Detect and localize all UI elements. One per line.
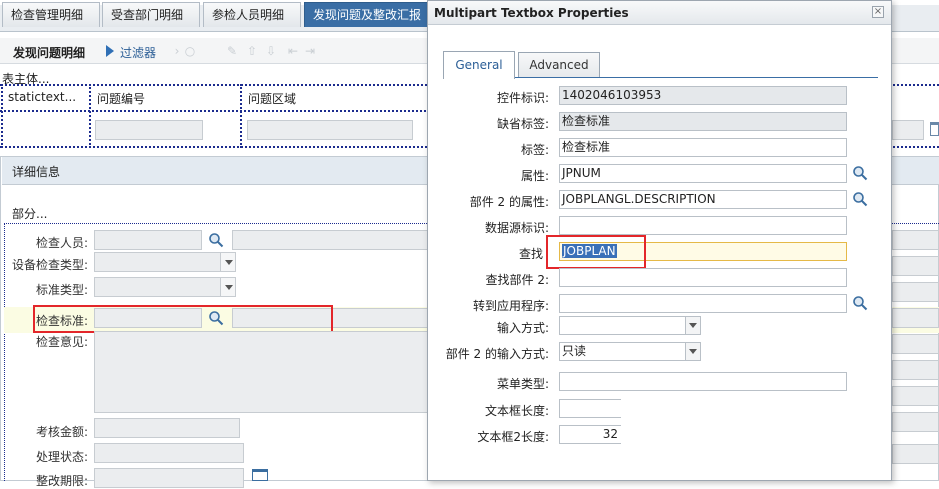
search-icon[interactable] xyxy=(852,295,868,311)
textbox2-length-field[interactable]: 32 xyxy=(559,425,621,444)
tab-issues-report[interactable]: 发现问题及整改汇报 xyxy=(304,2,428,27)
calendar-icon[interactable] xyxy=(252,469,268,481)
equipment-type-select[interactable] xyxy=(94,252,236,272)
right-field[interactable] xyxy=(892,412,939,432)
datasource-id-label: 数据源标识: xyxy=(484,221,549,235)
column-separator xyxy=(1,84,3,148)
delete-row-icon[interactable] xyxy=(930,122,939,136)
search-icon[interactable] xyxy=(852,165,868,181)
part-label: 部分... xyxy=(12,207,48,221)
part2-input-mode-select[interactable]: 只读 xyxy=(559,342,701,361)
process-status-label: 处理状态: xyxy=(35,450,88,464)
table-cell[interactable] xyxy=(95,120,203,140)
search-icon[interactable] xyxy=(852,191,868,207)
next-icon[interactable]: ⇥ xyxy=(303,45,317,57)
label-label: 标签: xyxy=(520,143,549,157)
right-field[interactable] xyxy=(892,334,939,354)
column-separator xyxy=(89,84,91,148)
right-field[interactable] xyxy=(892,308,939,328)
column-header-issue-number[interactable]: 问题编号 xyxy=(97,90,145,107)
label-field[interactable]: 检查标准 xyxy=(559,138,847,157)
default-label-label: 缺省标签: xyxy=(496,117,549,131)
right-field[interactable] xyxy=(892,386,939,406)
check-opinion-label: 检查意见: xyxy=(35,335,88,349)
tab-inspection-details[interactable]: 检查管理明细 xyxy=(2,2,100,27)
rectify-deadline-field[interactable] xyxy=(94,468,244,488)
tab-general[interactable]: General xyxy=(443,51,515,79)
tab-participants[interactable]: 参检人员明细 xyxy=(203,2,301,27)
textbox-length-field[interactable] xyxy=(559,399,621,418)
textbox2-length-label: 文本框2长度: xyxy=(477,430,549,444)
highlight-box xyxy=(33,305,333,333)
attribute-field[interactable]: JPNUM xyxy=(559,164,847,183)
close-icon[interactable]: × xyxy=(872,6,884,18)
highlight-box xyxy=(546,235,646,269)
inspector-label: 检查人员: xyxy=(35,236,88,250)
input-mode-label: 输入方式: xyxy=(496,321,549,335)
datasource-id-field[interactable] xyxy=(559,216,847,235)
standard-type-label: 标准类型: xyxy=(35,283,88,297)
goto-app-label: 转到应用程序: xyxy=(472,299,549,313)
assessment-amount-label: 考核金额: xyxy=(35,425,88,439)
check-opinion-textarea[interactable] xyxy=(94,331,434,413)
filter-arrow-icon[interactable] xyxy=(106,45,114,57)
tab-advanced[interactable]: Advanced xyxy=(518,52,600,77)
lookup-part2-field[interactable] xyxy=(559,268,847,287)
toolbar-title: 发现问题明细 xyxy=(13,46,86,60)
right-field[interactable] xyxy=(892,230,939,250)
right-field[interactable] xyxy=(892,444,939,464)
equipment-type-label: 设备检查类型: xyxy=(11,258,88,272)
edit-icon[interactable]: ✎ xyxy=(225,45,239,57)
standard-type-select[interactable] xyxy=(94,277,236,297)
control-id-field: 1402046103953 xyxy=(559,86,847,105)
lookup-part2-label: 查找部件 2: xyxy=(485,273,550,287)
attribute-label: 属性: xyxy=(520,169,549,183)
right-field[interactable] xyxy=(892,282,939,302)
assessment-amount-field[interactable] xyxy=(94,418,240,438)
table-cell[interactable] xyxy=(247,120,413,140)
lookup-label: 查找 xyxy=(518,247,543,261)
control-id-label: 控件标识: xyxy=(496,91,549,105)
textbox-length-label: 文本框长度: xyxy=(484,404,549,418)
column-separator xyxy=(240,84,242,148)
input-mode-select[interactable] xyxy=(559,316,701,335)
part2-input-mode-label: 部件 2 的输入方式: xyxy=(445,347,549,361)
column-header-statictext: statictext... xyxy=(8,90,77,104)
tab-inspected-dept[interactable]: 受查部门明细 xyxy=(102,2,200,27)
chevron-down-icon[interactable] xyxy=(220,253,235,271)
part2-attribute-label: 部件 2 的属性: xyxy=(469,195,549,209)
table-cell[interactable] xyxy=(892,120,924,140)
menu-type-field[interactable] xyxy=(559,372,847,391)
prev-icon[interactable]: ⇤ xyxy=(286,45,300,57)
menu-type-label: 菜单类型: xyxy=(496,377,549,391)
refresh-icon[interactable]: ○ xyxy=(183,45,197,57)
chevron-down-icon[interactable] xyxy=(685,317,700,334)
search-icon[interactable] xyxy=(208,232,224,248)
column-header-issue-area[interactable]: 问题区域 xyxy=(248,90,296,107)
up-icon[interactable]: ⇧ xyxy=(245,45,259,57)
toolbar-separator-icon: › xyxy=(174,44,180,58)
grid-row-divider xyxy=(0,110,430,112)
chevron-down-icon[interactable] xyxy=(685,343,700,360)
inspector-field[interactable] xyxy=(94,230,202,250)
right-field[interactable] xyxy=(892,256,939,276)
goto-app-field[interactable] xyxy=(559,294,847,313)
default-label-field: 检查标准 xyxy=(559,112,847,131)
down-icon[interactable]: ⇩ xyxy=(264,45,278,57)
chevron-down-icon[interactable] xyxy=(220,278,235,296)
part2-attribute-field[interactable]: JOBPLANGL.DESCRIPTION xyxy=(559,190,847,209)
filter-button[interactable]: 过滤器 xyxy=(120,44,156,61)
process-status-field[interactable] xyxy=(94,443,244,463)
detail-title: 详细信息 xyxy=(12,165,61,179)
dialog-title: Multipart Textbox Properties xyxy=(434,6,629,20)
right-field[interactable] xyxy=(892,360,939,380)
